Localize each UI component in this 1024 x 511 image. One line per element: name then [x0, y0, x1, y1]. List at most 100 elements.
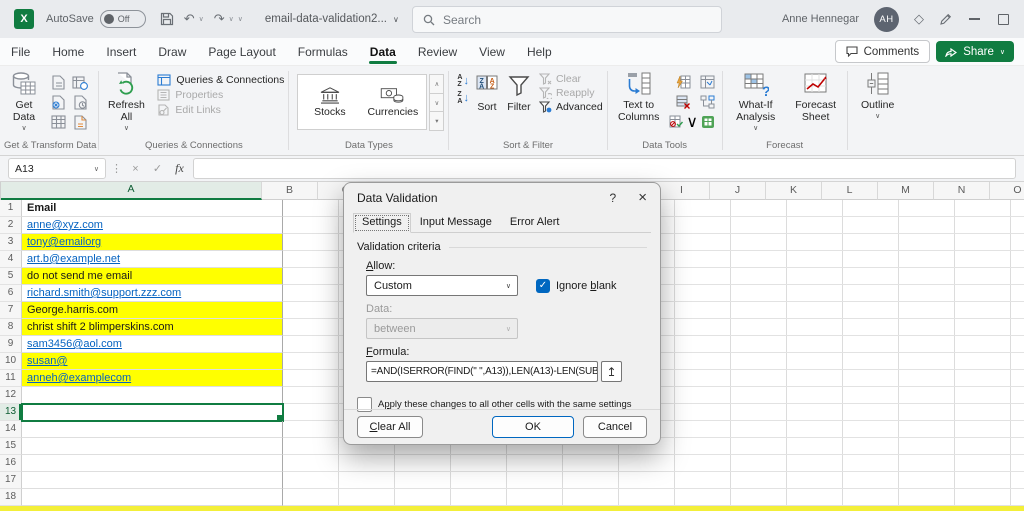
redo-dropdown-icon[interactable]: ∨: [229, 15, 234, 23]
gallery-down-icon[interactable]: ∨: [429, 93, 444, 113]
column-header-M[interactable]: M: [878, 182, 934, 200]
row-header-6[interactable]: 6: [0, 285, 22, 302]
row-header-11[interactable]: 11: [0, 370, 22, 387]
existing-connections-icon[interactable]: [73, 95, 88, 110]
tab-input-message[interactable]: Input Message: [411, 213, 501, 233]
gallery-up-icon[interactable]: ∧: [429, 74, 444, 94]
autosave-toggle[interactable]: Off: [100, 10, 146, 28]
advanced-filter-button[interactable]: Advanced: [539, 101, 603, 113]
row-header-7[interactable]: 7: [0, 302, 22, 319]
column-header-N[interactable]: N: [934, 182, 990, 200]
row-header-16[interactable]: 16: [0, 455, 22, 472]
ribbon-tab-view[interactable]: View: [468, 38, 516, 65]
name-box[interactable]: A13 ∨: [8, 158, 106, 179]
search-input[interactable]: Search: [412, 6, 722, 33]
row-header-13[interactable]: 13: [0, 404, 22, 421]
row-header-14[interactable]: 14: [0, 421, 22, 438]
ribbon-tab-home[interactable]: Home: [41, 38, 95, 65]
cell-A4[interactable]: art.b@example.net: [22, 251, 283, 268]
get-data-button[interactable]: Get Data ∨: [4, 69, 44, 135]
recent-sources-icon[interactable]: [72, 75, 88, 90]
column-header-B[interactable]: B: [262, 182, 318, 200]
ribbon-tab-help[interactable]: Help: [516, 38, 563, 65]
document-title[interactable]: email-data-validation2... ∨: [265, 13, 399, 25]
allow-dropdown[interactable]: Custom ∨: [366, 275, 518, 296]
cell-A13[interactable]: [22, 404, 283, 421]
cell-A16[interactable]: [22, 455, 283, 472]
pencil-icon[interactable]: [939, 13, 952, 26]
row-header-5[interactable]: 5: [0, 268, 22, 285]
row-header-3[interactable]: 3: [0, 234, 22, 251]
from-table-icon[interactable]: [51, 115, 66, 129]
formula-field[interactable]: =AND(ISERROR(FIND(" ",A13)),LEN(A13)-LEN…: [366, 361, 598, 382]
confirm-entry-icon[interactable]: ✓: [149, 162, 166, 175]
from-text-icon[interactable]: [51, 75, 66, 90]
ribbon-tab-data[interactable]: Data: [359, 38, 407, 65]
excel-logo-icon[interactable]: X: [14, 9, 34, 29]
row-header-4[interactable]: 4: [0, 251, 22, 268]
row-header-10[interactable]: 10: [0, 353, 22, 370]
row-header-9[interactable]: 9: [0, 336, 22, 353]
cell-A5[interactable]: do not send me email: [22, 268, 283, 285]
sort-button[interactable]: ZAAZ Sort: [471, 71, 503, 115]
column-header-K[interactable]: K: [766, 182, 822, 200]
from-file-icon[interactable]: [73, 115, 88, 130]
cell-A7[interactable]: George.harris.com: [22, 302, 283, 319]
cell-A11[interactable]: anneh@examplecom: [22, 370, 283, 387]
outline-button[interactable]: Outline ∨: [850, 69, 906, 123]
cancel-button[interactable]: Cancel: [583, 416, 647, 438]
ribbon-tab-review[interactable]: Review: [407, 38, 468, 65]
row-header-1[interactable]: 1: [0, 200, 22, 217]
flash-fill-icon[interactable]: [676, 75, 691, 89]
cell-A17[interactable]: [22, 472, 283, 489]
edit-links-button[interactable]: Edit Links: [157, 104, 284, 116]
sort-ascending-button[interactable]: AZ ↓: [455, 74, 471, 88]
dialog-close-icon[interactable]: ×: [638, 191, 647, 205]
cell-A15[interactable]: [22, 438, 283, 455]
clear-all-button[interactable]: Clear All: [357, 416, 423, 438]
column-header-A[interactable]: A: [1, 182, 262, 200]
row-header-8[interactable]: 8: [0, 319, 22, 336]
column-header-O[interactable]: O: [990, 182, 1024, 200]
consolidate-icon[interactable]: [700, 75, 715, 89]
reapply-filter-button[interactable]: Reapply: [539, 87, 603, 99]
ok-button[interactable]: OK: [492, 416, 574, 438]
data-validation-button[interactable]: ∨: [669, 112, 698, 132]
collapse-dialog-icon[interactable]: ↥: [601, 361, 622, 382]
ribbon-tab-file[interactable]: File: [0, 38, 41, 65]
clear-filter-button[interactable]: Clear: [539, 73, 603, 85]
column-header-I[interactable]: I: [654, 182, 710, 200]
minimize-button[interactable]: [967, 12, 981, 26]
cell-A2[interactable]: anne@xyz.com: [22, 217, 283, 234]
relationships-icon[interactable]: [700, 95, 715, 109]
gem-icon[interactable]: ◇: [914, 11, 924, 27]
cell-A6[interactable]: richard.smith@support.zzz.com: [22, 285, 283, 302]
select-all-corner[interactable]: [0, 182, 1, 200]
row-header-12[interactable]: 12: [0, 387, 22, 404]
tab-settings[interactable]: Settings: [353, 213, 411, 233]
from-web-icon[interactable]: [51, 95, 66, 110]
row-header-17[interactable]: 17: [0, 472, 22, 489]
stocks-button[interactable]: Stocks: [298, 75, 361, 129]
filter-button[interactable]: Filter: [503, 71, 535, 115]
save-icon[interactable]: [160, 12, 174, 26]
data-model-icon[interactable]: [701, 115, 715, 129]
undo-dropdown-icon[interactable]: ∨: [199, 15, 204, 23]
cell-A1[interactable]: Email: [22, 200, 283, 217]
cancel-entry-icon[interactable]: ×: [127, 163, 144, 175]
cell-A10[interactable]: susan@: [22, 353, 283, 370]
formula-input[interactable]: [193, 158, 1016, 179]
cell-A3[interactable]: tony@emailorg: [22, 234, 283, 251]
currencies-button[interactable]: Currencies: [361, 75, 424, 129]
remove-duplicates-icon[interactable]: [676, 95, 691, 109]
undo-button[interactable]: ↶: [184, 11, 195, 27]
forecast-sheet-button[interactable]: Forecast Sheet: [787, 69, 845, 125]
maximize-button[interactable]: [996, 12, 1010, 26]
ribbon-tab-insert[interactable]: Insert: [95, 38, 147, 65]
dialog-help-button[interactable]: ?: [610, 191, 617, 205]
ignore-blank-checkbox[interactable]: ✓ Ignore blank: [536, 279, 617, 293]
refresh-all-button[interactable]: Refresh All ∨: [101, 69, 151, 135]
cell-A18[interactable]: [22, 489, 283, 506]
comments-button[interactable]: Comments: [835, 40, 931, 63]
text-to-columns-button[interactable]: Text to Columns: [610, 69, 668, 125]
